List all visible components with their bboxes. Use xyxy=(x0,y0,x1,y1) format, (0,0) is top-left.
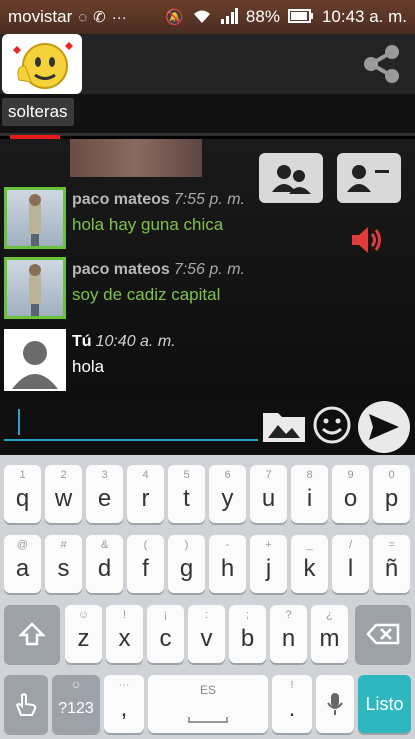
key-y[interactable]: 6y xyxy=(209,465,246,523)
key-r[interactable]: 4r xyxy=(127,465,164,523)
share-icon[interactable] xyxy=(359,42,403,86)
battery-icon xyxy=(287,8,314,26)
attach-image-icon[interactable] xyxy=(262,407,306,443)
status-bar: movistar ◌ ✆ ··· 🔕 88% 10:43 a. m. xyxy=(0,0,415,34)
message-time: 10:40 a. m. xyxy=(95,333,176,350)
my-avatar[interactable] xyxy=(4,329,66,391)
language-label: ES xyxy=(199,683,216,697)
key-g[interactable]: ) g xyxy=(168,535,205,593)
key-n[interactable]: ? n xyxy=(270,605,307,663)
key-s[interactable]: # s xyxy=(45,535,82,593)
message-input[interactable] xyxy=(4,403,258,441)
message-text: soy de cadiz capital xyxy=(72,285,221,304)
backspace-icon xyxy=(366,623,400,645)
key-d[interactable]: & d xyxy=(86,535,123,593)
default-user-icon xyxy=(6,331,64,389)
carrier-label: movistar xyxy=(8,7,73,26)
message-text: hola hay guna chica xyxy=(72,215,224,234)
key-j[interactable]: + j xyxy=(250,535,287,593)
numbers-key[interactable]: ☺ ?123 xyxy=(52,675,100,733)
sender-name: paco mateos xyxy=(72,191,170,208)
microphone-icon xyxy=(327,693,343,715)
whatsapp-icon: ✆ xyxy=(93,8,106,26)
shared-photo[interactable] xyxy=(70,139,202,177)
sender-name: Tú xyxy=(72,333,92,350)
key-m[interactable]: ¿ m xyxy=(311,605,348,663)
key-k[interactable]: _ k xyxy=(291,535,328,593)
text-caret xyxy=(18,409,20,435)
backspace-key[interactable] xyxy=(355,605,411,663)
key-q[interactable]: 1q xyxy=(4,465,41,523)
key-b[interactable]: ; b xyxy=(229,605,266,663)
tab-solteras[interactable]: solteras xyxy=(2,98,74,126)
sender-avatar[interactable] xyxy=(4,257,66,319)
key-z[interactable]: ☺ z xyxy=(65,605,102,663)
key-x[interactable]: ! x xyxy=(106,605,143,663)
key-w[interactable]: 2w xyxy=(45,465,82,523)
group-avatar[interactable] xyxy=(2,34,82,94)
done-key[interactable]: Listo xyxy=(358,675,411,733)
key-n-tilde[interactable]: = ñ xyxy=(373,535,410,593)
mic-key[interactable] xyxy=(316,675,354,733)
chat-area[interactable]: paco mateos 7:55 p. m. hola hay guna chic… xyxy=(0,139,415,399)
key-o[interactable]: 9o xyxy=(332,465,369,523)
message-time: 7:55 p. m. xyxy=(173,191,245,208)
key-h[interactable]: -h xyxy=(209,535,246,593)
key-e[interactable]: 3e xyxy=(86,465,123,523)
tab-strip: solteras xyxy=(0,94,415,136)
key-c[interactable]: ¡ c xyxy=(147,605,184,663)
period-key[interactable]: !. xyxy=(272,675,312,733)
send-button[interactable] xyxy=(358,401,410,453)
key-v[interactable]: :v xyxy=(188,605,225,663)
emoji-icon[interactable] xyxy=(312,405,352,445)
sender-name: paco mateos xyxy=(72,261,170,278)
key-u[interactable]: 7u xyxy=(250,465,287,523)
signal-icon xyxy=(220,7,238,27)
space-key[interactable]: ES xyxy=(148,675,268,733)
wifi-icon xyxy=(192,8,212,27)
message-item[interactable]: paco mateos 7:55 p. m. hola hay guna chic… xyxy=(4,187,404,249)
key-p[interactable]: 0p xyxy=(373,465,410,523)
chat-bubble-icon: ◌ xyxy=(78,8,88,26)
sender-avatar[interactable] xyxy=(4,187,66,249)
clock: 10:43 a. m. xyxy=(321,7,407,26)
key-f[interactable]: (f xyxy=(127,535,164,593)
message-text: hola xyxy=(72,357,105,376)
key-i[interactable]: 8i xyxy=(291,465,328,523)
send-icon xyxy=(369,414,399,440)
more-icon: ··· xyxy=(111,8,127,26)
key-a[interactable]: @ a xyxy=(4,535,41,593)
key-l[interactable]: / l xyxy=(332,535,369,593)
message-time: 7:56 p. m. xyxy=(173,261,245,278)
shift-key[interactable] xyxy=(4,605,60,663)
message-item[interactable]: Tú 10:40 a. m. hola xyxy=(4,329,404,391)
mute-icon: 🔕 xyxy=(165,8,184,26)
emoji-hint-icon: ☺ xyxy=(70,679,82,691)
keyboard: 1q 2w 3e 4r 5t 6y 7u 8i 9o 0p @ a # s & d (… xyxy=(0,455,415,739)
key-t[interactable]: 5t xyxy=(168,465,205,523)
gesture-key[interactable] xyxy=(4,675,48,733)
message-item[interactable]: paco mateos 7:56 p. m. soy de cadiz capit… xyxy=(4,257,404,319)
app-bar xyxy=(0,34,415,94)
hand-gesture-icon xyxy=(15,693,37,716)
battery-percent: 88% xyxy=(245,7,280,26)
composer xyxy=(0,399,415,455)
emoji-face-icon xyxy=(13,42,73,89)
shift-icon xyxy=(19,622,45,646)
comma-key[interactable]: ···, xyxy=(104,675,144,733)
space-bar-icon xyxy=(188,717,228,723)
